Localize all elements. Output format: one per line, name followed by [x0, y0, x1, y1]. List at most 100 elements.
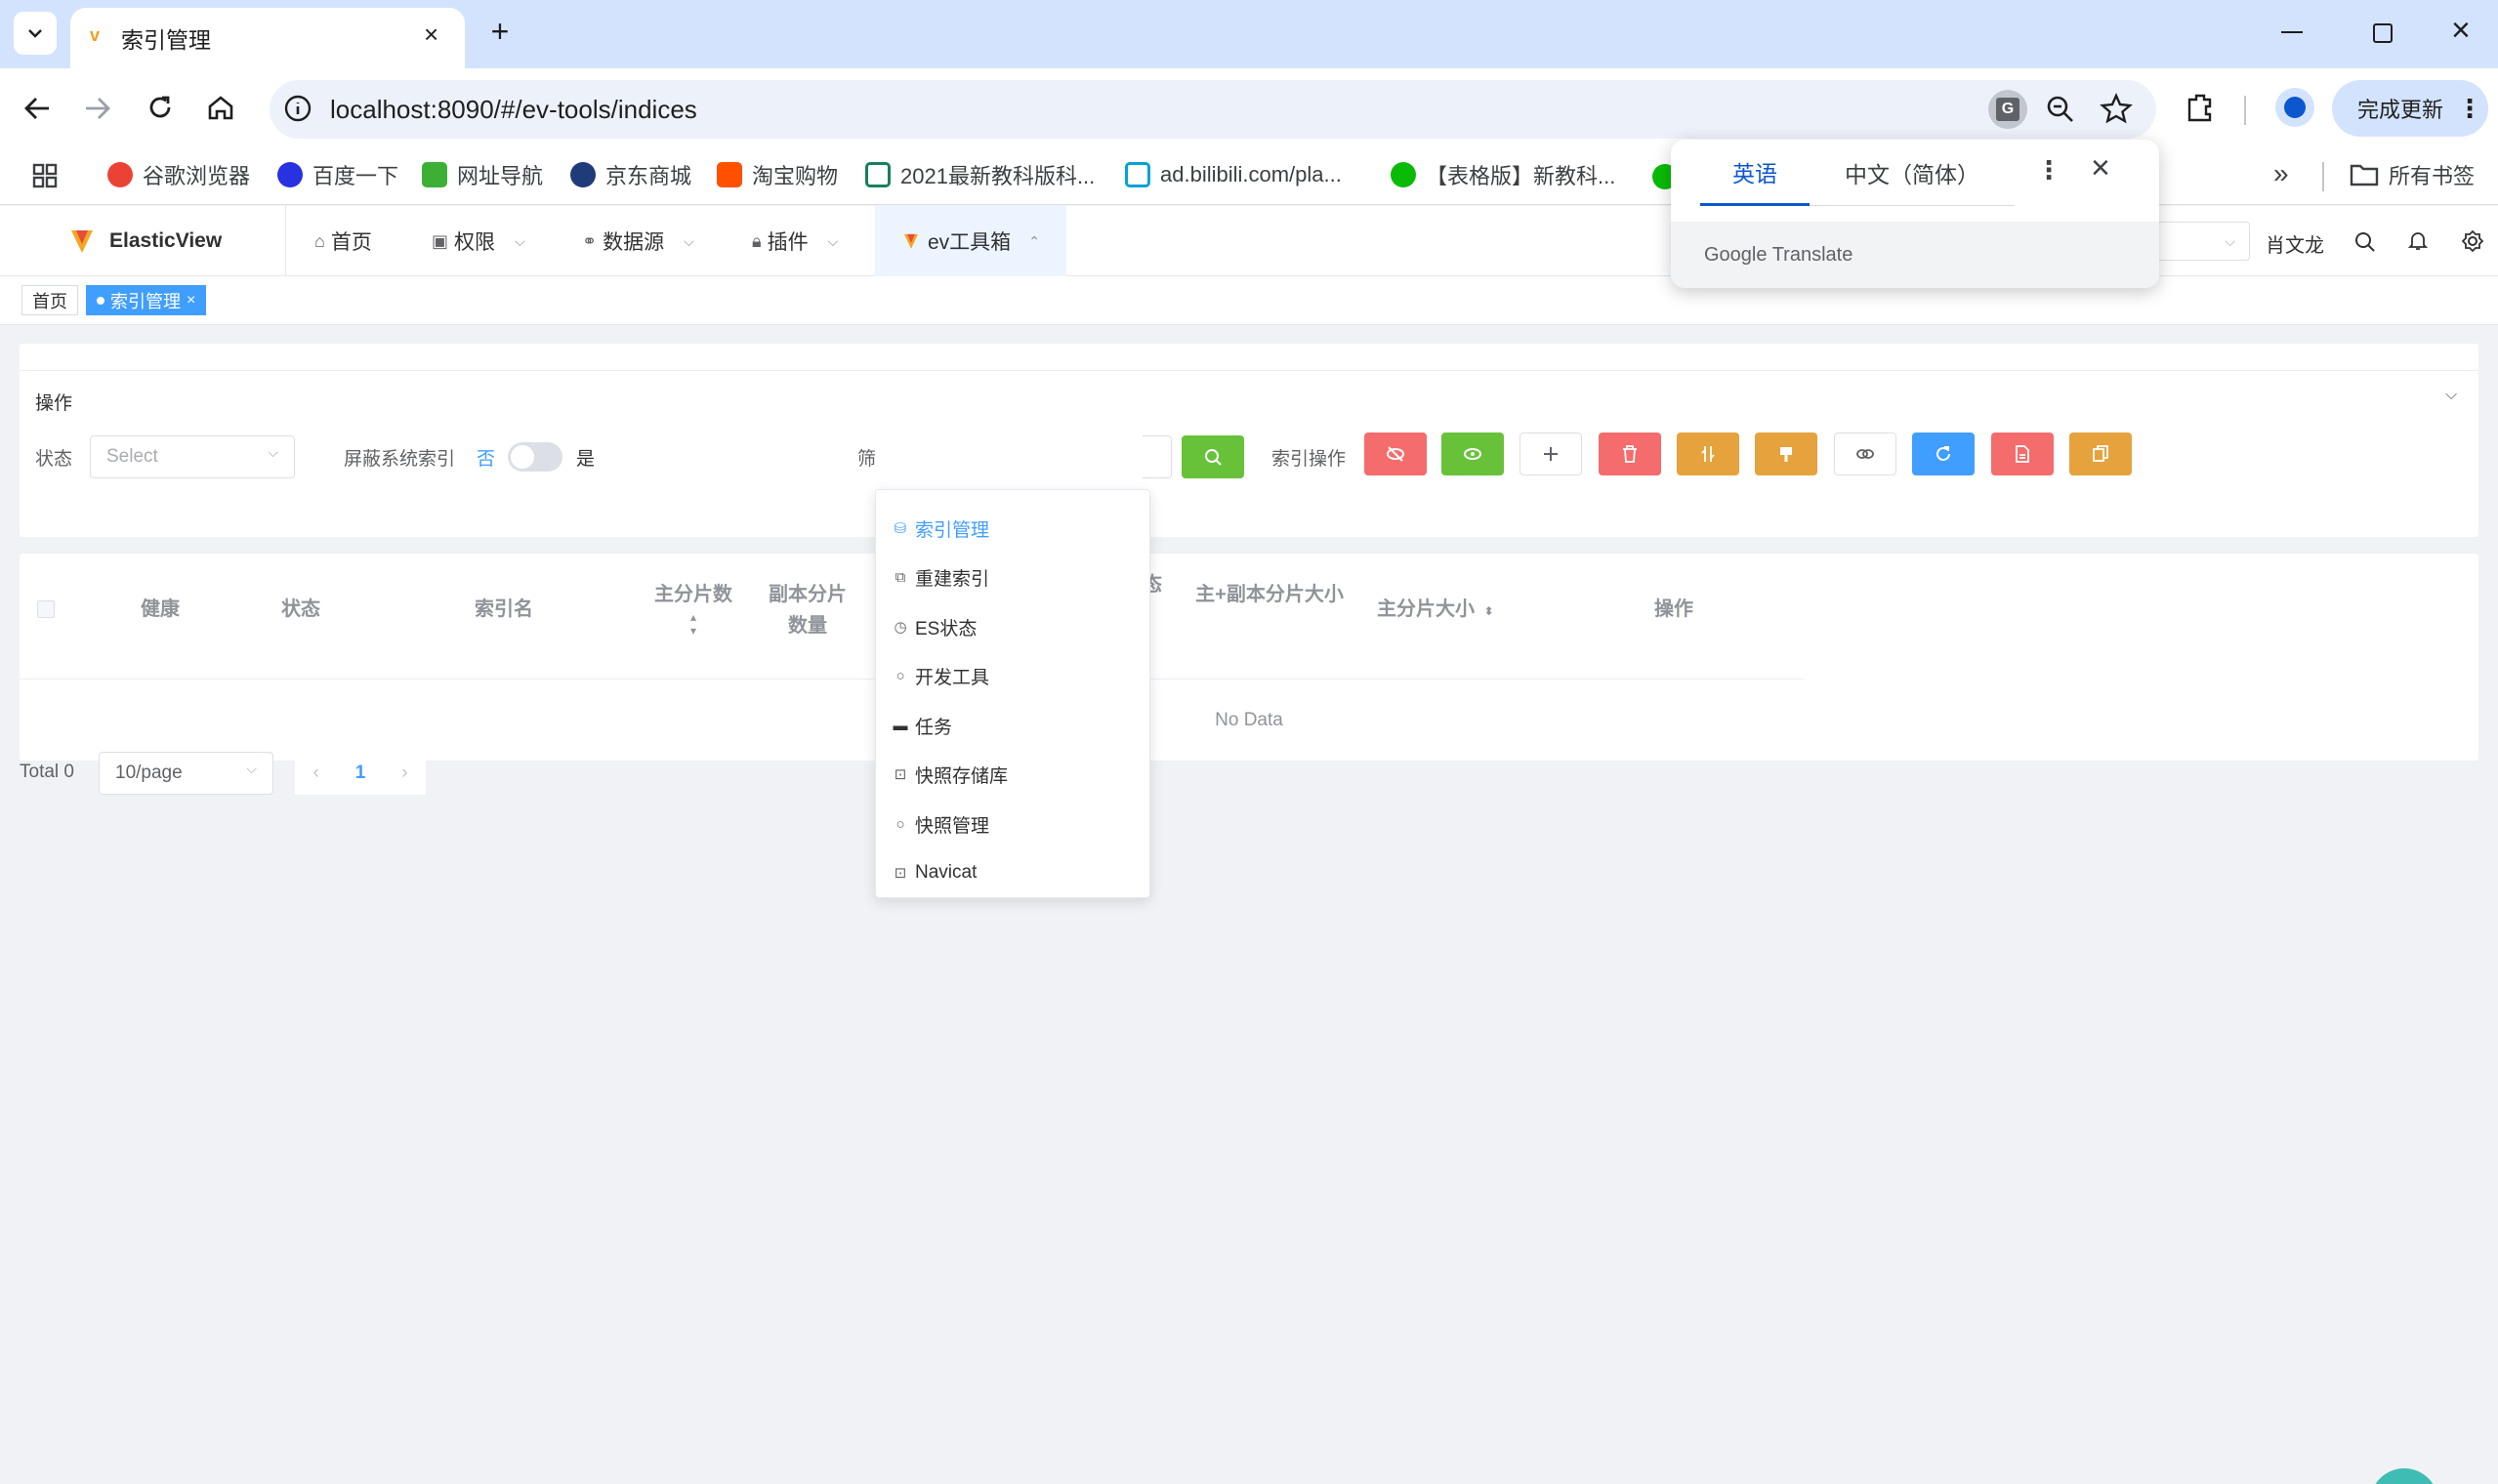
nav-label: ev工具箱 — [928, 231, 1012, 254]
menu-item-navicat[interactable]: ⊡ Navicat — [876, 848, 1149, 897]
refresh-button[interactable] — [1912, 433, 1975, 475]
address-bar[interactable]: localhost:8090/#/ev-tools/indices G — [270, 80, 2156, 139]
alias-button[interactable] — [1834, 433, 1896, 475]
merge-index-button[interactable] — [1677, 433, 1739, 475]
site-info-icon[interactable] — [283, 94, 312, 123]
next-page-icon[interactable]: › — [401, 763, 407, 784]
bookmark-bilibili[interactable]: ad.bilibili.com/pla... — [1125, 158, 1342, 191]
card-divider — [20, 370, 2478, 371]
filter-input[interactable] — [1143, 435, 1172, 478]
close-icon[interactable]: × — [2091, 149, 2110, 187]
nav-plugins[interactable]: 🔒︎ 插件 ⌵ — [752, 206, 838, 276]
bookmarks-divider — [2322, 162, 2324, 191]
star-icon[interactable] — [2100, 92, 2133, 125]
column-header-sortable[interactable]: 主分片大小 ⬍ — [1377, 594, 1494, 627]
delete-index-button[interactable] — [1599, 433, 1661, 475]
zoom-icon[interactable] — [2045, 94, 2076, 125]
restore-button[interactable] — [2373, 23, 2393, 43]
lang-tab-english[interactable]: 英语 — [1700, 140, 1810, 206]
apps-grid-icon[interactable] — [31, 162, 59, 189]
nav-home[interactable]: ⌂ 首页 — [314, 206, 372, 276]
empty-text: No Data — [1215, 710, 1283, 730]
flush-index-button[interactable] — [1755, 433, 1817, 475]
menu-item-dev-tools[interactable]: ○ 开发工具 — [876, 651, 1149, 700]
close-index-button[interactable] — [1364, 433, 1427, 475]
menu-item-tasks[interactable]: ▬ 任务 — [876, 701, 1149, 750]
open-index-button[interactable] — [1441, 433, 1504, 475]
page-number-active[interactable]: 1 — [355, 763, 366, 784]
search-button[interactable] — [1182, 435, 1244, 478]
forward-icon[interactable] — [82, 94, 113, 123]
reload-icon[interactable] — [145, 92, 176, 123]
browser-tab-active[interactable]: v 索引管理 × — [70, 8, 465, 68]
bookmark-jd[interactable]: 京东商城 — [570, 158, 691, 191]
bookmark-taobao[interactable]: 淘宝购物 — [717, 158, 838, 191]
tag-home[interactable]: 首页 — [21, 285, 78, 315]
new-tab-button[interactable]: + — [482, 14, 518, 49]
browser-toolbar: localhost:8090/#/ev-tools/indices G 完成更新… — [0, 68, 2498, 148]
bookmark-label: 京东商城 — [605, 164, 692, 188]
column-header-label: 主分片数 — [654, 584, 732, 605]
copy-button[interactable] — [2069, 433, 2132, 475]
lang-tab-chinese[interactable]: 中文（简体） — [1810, 140, 2015, 206]
tag-active[interactable]: 索引管理 × — [86, 285, 207, 315]
bookmark-textbook[interactable]: 2021最新教科版科... — [865, 158, 1095, 191]
add-index-button[interactable] — [1520, 433, 1582, 475]
translate-icon[interactable]: G — [1988, 90, 2027, 129]
nav-permission[interactable]: ▣ 权限 ⌵ — [432, 206, 525, 276]
tab-search-button[interactable] — [14, 12, 57, 55]
all-bookmarks-button[interactable]: 所有书签 — [2350, 158, 2475, 191]
column-header-label: 主+副本分片大小 — [1195, 584, 1344, 605]
all-bookmarks-label: 所有书签 — [2389, 164, 2476, 188]
switch-no-label: 否 — [477, 449, 496, 470]
page-size-value: 10/page — [115, 763, 183, 783]
more-vert-icon[interactable]: ⋮ — [2036, 155, 2061, 186]
menu-item-snapshot-management[interactable]: ○ 快照管理 — [876, 800, 1149, 848]
taobao-icon — [717, 162, 742, 187]
lock-icon: 🔒︎ — [752, 230, 762, 251]
user-name[interactable]: 肖文龙 — [2266, 229, 2324, 258]
ai-assistant-button[interactable]: AI — [2370, 1468, 2438, 1484]
column-header-sortable[interactable]: 主分片数 ▴ ▾ — [654, 579, 732, 638]
extensions-icon[interactable] — [2184, 90, 2217, 123]
bookmark-chrome[interactable]: 谷歌浏览器 — [107, 158, 250, 191]
close-window-button[interactable]: × — [2451, 12, 2471, 50]
menu-item-es-status[interactable]: ◷ ES状态 — [876, 602, 1149, 651]
page-size-select[interactable]: 10/page ⌵ — [99, 752, 273, 795]
update-button[interactable]: 完成更新 ⋮ — [2332, 80, 2488, 137]
app-logo[interactable]: ElasticView — [68, 206, 222, 276]
nav-label: 权限 — [454, 231, 496, 254]
collapse-chevron-icon[interactable]: ⌵ — [2445, 387, 2457, 404]
clear-cache-button[interactable] — [1991, 433, 2054, 475]
datasource-select[interactable]: ⌵ — [2148, 222, 2250, 261]
tag-close-icon[interactable]: × — [187, 292, 195, 309]
settings-icon[interactable] — [2461, 229, 2484, 253]
more-bookmarks-icon[interactable]: » — [2273, 158, 2289, 189]
status-select[interactable]: Select ⌵ — [90, 435, 295, 478]
column-header-sortable[interactable]: 副本分片数量 — [766, 579, 853, 641]
nav-ev-tools[interactable]: ev工具箱 ⌃ — [875, 206, 1066, 276]
bookmark-hao123[interactable]: 网址导航 — [422, 158, 543, 191]
person-icon — [2284, 97, 2306, 118]
hide-system-switch[interactable] — [508, 442, 562, 472]
tab-close-icon[interactable]: × — [424, 20, 438, 50]
nav-label: 首页 — [330, 231, 372, 254]
home-icon[interactable] — [205, 92, 236, 123]
search-icon[interactable] — [2353, 230, 2377, 254]
bell-icon[interactable] — [2406, 228, 2430, 252]
minimize-button[interactable] — [2281, 31, 2303, 33]
column-header-sortable[interactable]: 主+副本分片大小 — [1191, 579, 1348, 610]
wechat-icon — [1391, 162, 1416, 187]
menu-item-reindex[interactable]: ⧉ 重建索引 — [876, 553, 1149, 601]
prev-page-icon[interactable]: ‹ — [312, 763, 318, 784]
bookmark-wechat[interactable]: 【表格版】新教科... — [1391, 158, 1615, 191]
bookmark-baidu[interactable]: 百度一下 — [277, 158, 398, 191]
back-icon[interactable] — [21, 94, 53, 123]
nav-datasource[interactable]: ⚭ 数据源 ⌵ — [582, 206, 694, 276]
section-title: 操作 — [35, 393, 73, 414]
menu-item-snapshot-repo[interactable]: ⊡ 快照存储库 — [876, 750, 1149, 799]
bookmark-label: 谷歌浏览器 — [143, 164, 251, 188]
select-all-checkbox[interactable] — [37, 600, 55, 618]
menu-item-index-management[interactable]: ⛁ 索引管理 — [876, 504, 1149, 553]
profile-avatar[interactable] — [2275, 88, 2314, 127]
